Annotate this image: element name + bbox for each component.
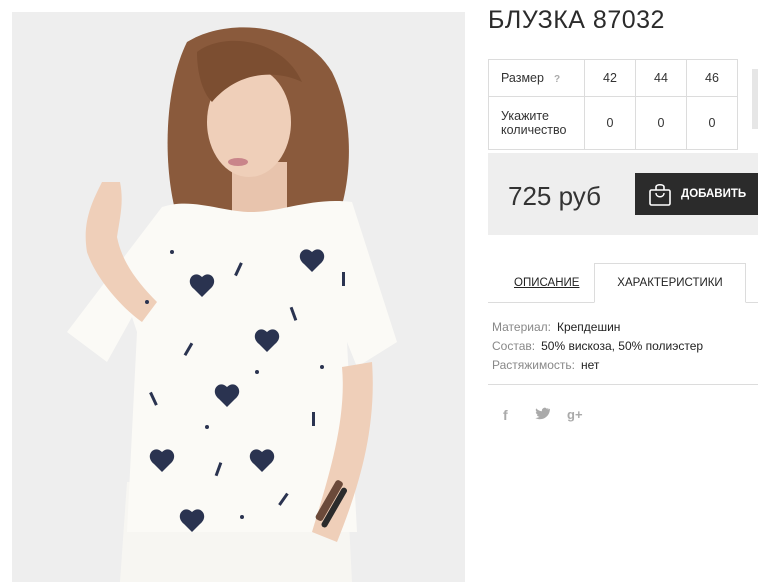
facebook-icon[interactable]: f bbox=[503, 407, 508, 423]
googleplus-icon[interactable]: g+ bbox=[567, 407, 583, 422]
spec-value: Крепдешин bbox=[556, 320, 621, 334]
quantity-42-input[interactable]: 0 bbox=[584, 96, 636, 150]
tab-description[interactable]: ОПИСАНИЕ bbox=[514, 277, 579, 289]
quantity-46-input[interactable]: 0 bbox=[686, 96, 738, 150]
table-scroll-edge bbox=[752, 69, 758, 129]
size-label: Размер bbox=[501, 71, 544, 85]
size-label-cell: Размер? bbox=[488, 59, 585, 97]
spec-key: Материал: bbox=[492, 320, 551, 334]
size-help-icon[interactable]: ? bbox=[554, 74, 560, 85]
spec-key: Растяжимость: bbox=[492, 358, 576, 372]
add-to-cart-label: ДОБАВИТЬ bbox=[681, 188, 747, 200]
price-box: 725 руб ДОБАВИТЬ bbox=[488, 153, 758, 235]
product-photo[interactable] bbox=[12, 12, 465, 582]
quantity-label: Укажите количество bbox=[488, 96, 585, 150]
quantity-44-input[interactable]: 0 bbox=[635, 96, 687, 150]
price: 725 руб bbox=[508, 181, 601, 211]
spec-material: Материал: Крепдешин bbox=[492, 318, 703, 337]
size-42: 42 bbox=[584, 59, 636, 97]
product-title: БЛУЗКА 87032 bbox=[488, 6, 665, 34]
spec-composition: Состав: 50% вискоза, 50% полиэстер bbox=[492, 337, 703, 356]
size-44: 44 bbox=[635, 59, 687, 97]
spec-value: 50% вискоза, 50% полиэстер bbox=[541, 339, 704, 353]
shopping-bag-icon bbox=[649, 183, 671, 206]
spec-value: нет bbox=[581, 358, 600, 372]
specs-list: Материал: Крепдешин Состав: 50% вискоза, 5… bbox=[492, 318, 703, 375]
spec-key: Состав: bbox=[492, 339, 536, 353]
add-to-cart-button[interactable]: ДОБАВИТЬ bbox=[635, 173, 758, 215]
tab-characteristics-label: ХАРАКТЕРИСТИКИ bbox=[617, 277, 723, 289]
specs-divider bbox=[488, 384, 758, 385]
tab-characteristics[interactable]: ХАРАКТЕРИСТИКИ bbox=[594, 263, 746, 303]
twitter-icon[interactable] bbox=[534, 407, 550, 424]
size-46: 46 bbox=[686, 59, 738, 97]
spec-stretch: Растяжимость: нет bbox=[492, 356, 703, 375]
size-table: Размер? 42 44 46 Укажите количество 0 0 … bbox=[488, 59, 738, 150]
